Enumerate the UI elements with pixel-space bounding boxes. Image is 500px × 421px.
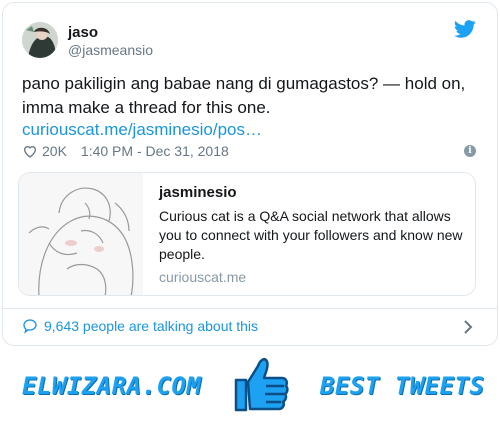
author-handle[interactable]: @jasmeansio <box>68 42 153 58</box>
tweet-meta: 20K 1:40 PM - Dec 31, 2018 <box>22 141 229 161</box>
like-count[interactable]: 20K <box>42 143 67 159</box>
speech-bubble-icon <box>23 319 37 334</box>
brand-text: ELWIZARA.COM <box>22 372 202 400</box>
divider <box>2 308 498 309</box>
tweet-text: pano pakiligin ang babae nang di gumagas… <box>22 74 466 117</box>
twitter-bird-icon[interactable] <box>454 20 476 38</box>
preview-title: jasminesio <box>159 184 237 201</box>
best-tweets-text: BEST TWEETS <box>320 372 485 400</box>
preview-description: Curious cat is a Q&A social network that… <box>159 208 463 262</box>
avatar[interactable] <box>22 22 58 58</box>
heart-icon[interactable] <box>22 143 38 159</box>
tweet-link[interactable]: curiouscat.me/jasminesio/pos… <box>22 120 262 140</box>
timestamp[interactable]: 1:40 PM - Dec 31, 2018 <box>81 143 229 159</box>
info-icon[interactable]: i <box>464 145 476 157</box>
preview-body: jasminesio Curious cat is a Q&A social n… <box>159 183 464 286</box>
talking-about-link[interactable]: 9,643 people are talking about this <box>22 318 258 334</box>
author-name[interactable]: jaso <box>68 24 98 41</box>
talking-about-text[interactable]: 9,643 people are talking about this <box>44 318 258 334</box>
preview-image <box>19 173 143 295</box>
promo-banner: ELWIZARA.COM BEST TWEETS <box>0 350 500 421</box>
chevron-right-icon[interactable] <box>462 320 474 334</box>
preview-domain: curiouscat.me <box>159 269 247 285</box>
thumbs-up-icon <box>234 358 289 412</box>
link-preview-card[interactable]: jasminesio Curious cat is a Q&A social n… <box>18 172 476 296</box>
